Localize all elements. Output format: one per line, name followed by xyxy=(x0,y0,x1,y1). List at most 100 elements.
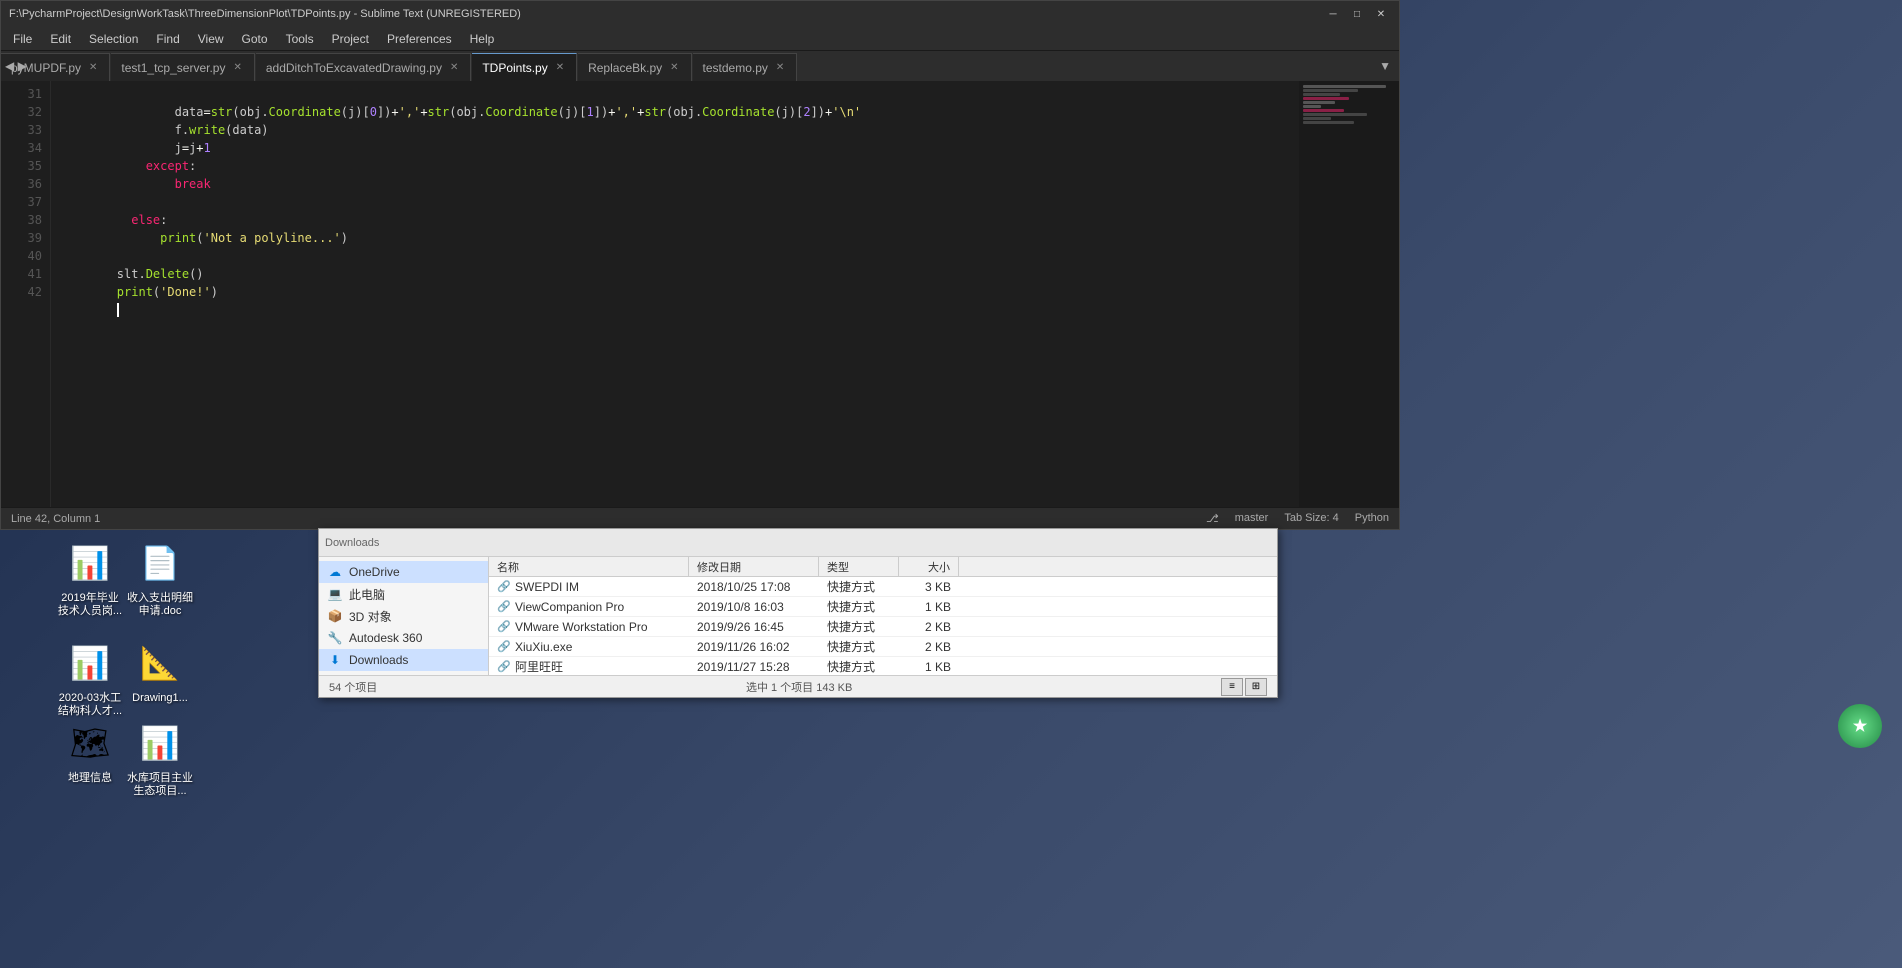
file-name-swepdi: SWEPDI IM xyxy=(515,580,579,594)
line-num-39: 39 xyxy=(1,229,50,247)
desktop-icon-income[interactable]: 📄 收入支出明细申请.doc xyxy=(120,535,200,623)
file-icon-swepdi: 🔗 xyxy=(497,580,511,594)
desktop-icon-drawing[interactable]: 📐 Drawing1... xyxy=(120,635,200,710)
sidebar-onedrive[interactable]: ☁ OneDrive xyxy=(319,561,488,583)
mini-line xyxy=(1303,121,1354,124)
menu-project[interactable]: Project xyxy=(324,30,377,48)
tab-close-addditch[interactable]: ✕ xyxy=(448,61,460,74)
menu-selection[interactable]: Selection xyxy=(81,30,146,48)
file-date-xiuxiu: 2019/11/26 16:02 xyxy=(689,638,819,656)
sidebar-3dobjects[interactable]: 📦 3D 对象 xyxy=(319,605,488,627)
file-size-vmware: 2 KB xyxy=(899,618,959,636)
mini-line xyxy=(1303,109,1344,112)
icon-img-shuiku: 📊 xyxy=(136,719,184,767)
tab-label-tdpoints: TDPoints.py xyxy=(482,61,547,75)
file-icon-xiuxiu: 🔗 xyxy=(497,640,511,654)
menu-tools[interactable]: Tools xyxy=(278,30,322,48)
file-row-viewcompanion[interactable]: 🔗ViewCompanion Pro 2019/10/8 16:03 快捷方式 … xyxy=(489,597,1277,617)
menu-help[interactable]: Help xyxy=(462,30,503,48)
line-num-37: 37 xyxy=(1,193,50,211)
explorer-selected-info: 选中 1 个项目 143 KB xyxy=(746,679,852,695)
status-position: Line 42, Column 1 xyxy=(11,513,100,525)
code-content[interactable]: data=str(obj.Coordinate(j)[0])+','+str(o… xyxy=(51,81,1299,507)
desktop-icon-shuiku[interactable]: 📊 水库项目主业生态项目... xyxy=(120,715,200,803)
line-num-40: 40 xyxy=(1,247,50,265)
file-type-xiuxiu: 快捷方式 xyxy=(819,636,899,657)
mini-line xyxy=(1303,89,1358,92)
line-num-38: 38 xyxy=(1,211,50,229)
tab-tdpoints[interactable]: TDPoints.py ✕ xyxy=(472,53,577,81)
file-date-aliwang: 2019/11/27 15:28 xyxy=(689,658,819,676)
file-type-aliwang: 快捷方式 xyxy=(819,656,899,675)
file-name-aliwang: 阿里旺旺 xyxy=(515,658,563,675)
tab-close-testdemo[interactable]: ✕ xyxy=(774,61,786,74)
desktop-icon-geo[interactable]: 🗺 地理信息 xyxy=(50,715,130,790)
icon-img-income: 📄 xyxy=(136,539,184,587)
menu-preferences[interactable]: Preferences xyxy=(379,30,460,48)
thispc-icon: 💻 xyxy=(327,586,343,602)
minimap xyxy=(1299,81,1399,507)
maximize-button[interactable]: □ xyxy=(1347,6,1367,22)
tab-close-test1[interactable]: ✕ xyxy=(231,61,243,74)
editor-area[interactable]: 31 32 33 34 35 36 37 38 39 40 41 42 data… xyxy=(1,81,1399,507)
tab-label-replacebk: ReplaceBk.py xyxy=(588,61,662,75)
circle-icon-content: ★ xyxy=(1853,716,1867,736)
explorer-sidebar: ☁ OneDrive 💻 此电脑 📦 3D 对象 🔧 Autodesk 360 … xyxy=(319,557,489,675)
desktop-icon-2019biye[interactable]: 📊 2019年毕业技术人员岗... xyxy=(50,535,130,623)
menu-view[interactable]: View xyxy=(190,30,232,48)
line-num-35: 35 xyxy=(1,157,50,175)
col-header-size: 大小 xyxy=(899,557,959,576)
tab-replacebk[interactable]: ReplaceBk.py ✕ xyxy=(578,53,691,81)
file-type-vmware: 快捷方式 xyxy=(819,616,899,637)
tab-label-test1: test1_tcp_server.py xyxy=(121,61,225,75)
file-size-viewcompanion: 1 KB xyxy=(899,598,959,616)
file-row-aliwang[interactable]: 🔗阿里旺旺 2019/11/27 15:28 快捷方式 1 KB xyxy=(489,657,1277,675)
tab-test1[interactable]: test1_tcp_server.py ✕ xyxy=(111,53,254,81)
status-bar: Line 42, Column 1 ⎇ master Tab Size: 4 P… xyxy=(1,507,1399,529)
status-right: ⎇ master Tab Size: 4 Python xyxy=(1206,512,1389,525)
minimize-button[interactable]: ─ xyxy=(1323,6,1343,22)
menu-file[interactable]: File xyxy=(5,30,40,48)
close-button[interactable]: ✕ xyxy=(1371,6,1391,22)
code-line-31: data=str(obj.Coordinate(j)[0])+','+str(o… xyxy=(59,85,1291,103)
line-num-42: 42 xyxy=(1,283,50,301)
icon-label-income: 收入支出明细申请.doc xyxy=(125,591,195,619)
tab-close-replacebk[interactable]: ✕ xyxy=(668,61,680,74)
file-row-vmware[interactable]: 🔗VMware Workstation Pro 2019/9/26 16:45 … xyxy=(489,617,1277,637)
menu-find[interactable]: Find xyxy=(148,30,187,48)
tab-addditch[interactable]: addDitchToExcavatedDrawing.py ✕ xyxy=(256,53,471,81)
tab-dropdown[interactable]: ▼ xyxy=(1371,51,1399,81)
status-branch: master xyxy=(1235,512,1269,525)
circle-notification-icon[interactable]: ★ xyxy=(1838,704,1882,748)
title-bar: F:\PycharmProject\DesignWorkTask\ThreeDi… xyxy=(1,1,1399,27)
code-line-40: slt.Delete() xyxy=(59,247,1291,265)
icon-img-2019biye: 📊 xyxy=(66,539,114,587)
tab-label-testdemo: testdemo.py xyxy=(703,61,768,75)
explorer-status-bar: 54 个项目 选中 1 个项目 143 KB ≡ ⊞ xyxy=(319,675,1277,697)
file-name-viewcompanion: ViewCompanion Pro xyxy=(515,600,624,614)
desktop-icon-2020water[interactable]: 📊 2020-03水工结构科人才... xyxy=(50,635,130,723)
sidebar-thispc[interactable]: 💻 此电脑 xyxy=(319,583,488,605)
file-row-swepdi[interactable]: 🔗SWEPDI IM 2018/10/25 17:08 快捷方式 3 KB xyxy=(489,577,1277,597)
tab-nav-arrows[interactable]: ◀ ▶ xyxy=(1,51,31,81)
mini-line xyxy=(1303,97,1349,100)
onedrive-icon: ☁ xyxy=(327,564,343,580)
file-row-xiuxiu[interactable]: 🔗XiuXiu.exe 2019/11/26 16:02 快捷方式 2 KB xyxy=(489,637,1277,657)
sidebar-label-onedrive: OneDrive xyxy=(349,565,400,579)
view-tile-button[interactable]: ⊞ xyxy=(1245,678,1267,696)
tab-testdemo[interactable]: testdemo.py ✕ xyxy=(693,53,798,81)
tab-bar: ◀ ▶ pyMUPDF.py ✕ test1_tcp_server.py ✕ a… xyxy=(1,51,1399,81)
view-detail-button[interactable]: ≡ xyxy=(1221,678,1243,696)
icon-label-shuiku: 水库项目主业生态项目... xyxy=(125,771,195,799)
mini-line xyxy=(1303,117,1331,120)
tab-close-pymupdf[interactable]: ✕ xyxy=(87,61,99,74)
tab-close-tdpoints[interactable]: ✕ xyxy=(554,61,566,74)
menu-edit[interactable]: Edit xyxy=(42,30,79,48)
status-language: Python xyxy=(1355,512,1389,525)
menu-goto[interactable]: Goto xyxy=(234,30,276,48)
sidebar-downloads[interactable]: ⬇ Downloads xyxy=(319,649,488,671)
icon-label-2019biye: 2019年毕业技术人员岗... xyxy=(56,591,124,619)
file-type-swepdi: 快捷方式 xyxy=(819,576,899,597)
sidebar-autodesk[interactable]: 🔧 Autodesk 360 xyxy=(319,627,488,649)
explorer-nav: Downloads xyxy=(319,529,1277,557)
